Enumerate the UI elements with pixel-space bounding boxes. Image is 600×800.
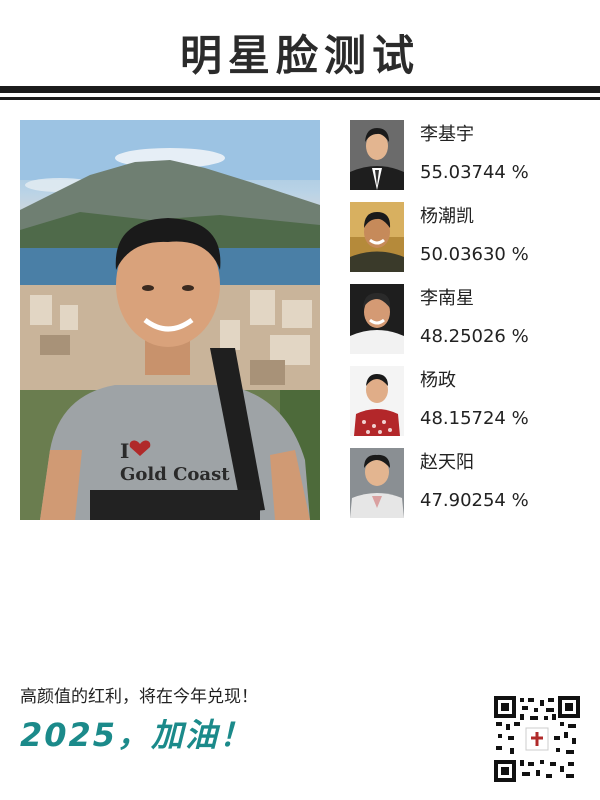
match-item: 李南星 48.25026 %	[350, 284, 580, 366]
footer-tagline: 高颜值的红利，将在今年兑现！	[20, 687, 258, 707]
similarity-score: 50.03630 %	[420, 244, 529, 265]
similarity-score: 48.25026 %	[420, 326, 529, 347]
qr-code-icon[interactable]	[494, 696, 580, 782]
celebrity-name: 李南星	[420, 288, 474, 309]
celebrity-portrait-icon	[350, 120, 404, 190]
celebrity-portrait-icon	[350, 202, 404, 272]
match-list: 李基宇 55.03744 % 杨潮凯 50.03630 % 李南星 48.250…	[350, 120, 580, 530]
celebrity-portrait-icon	[350, 366, 404, 436]
svg-text:Gold Coast: Gold Coast	[120, 464, 230, 485]
header: 明星脸测试	[0, 0, 600, 110]
footer-slogan: 2025，加油！	[20, 716, 254, 754]
svg-text:I: I	[120, 439, 129, 463]
celebrity-name: 杨政	[420, 370, 456, 391]
celebrity-name: 赵天阳	[420, 452, 474, 473]
similarity-score: 48.15724 %	[420, 408, 529, 429]
title-divider-thick	[0, 86, 600, 93]
similarity-score: 55.03744 %	[420, 162, 529, 183]
celebrity-name: 李基宇	[420, 124, 474, 145]
celebrity-portrait-icon	[350, 284, 404, 354]
match-item: 李基宇 55.03744 %	[350, 120, 580, 202]
portrait-illustration: I Gold Coast	[20, 120, 320, 520]
title-divider-thin	[0, 97, 600, 100]
match-item: 杨政 48.15724 %	[350, 366, 580, 448]
match-item: 杨潮凯 50.03630 %	[350, 202, 580, 284]
celebrity-name: 杨潮凯	[420, 206, 474, 227]
match-item: 赵天阳 47.90254 %	[350, 448, 580, 530]
page-title: 明星脸测试	[179, 31, 420, 80]
celebrity-portrait-icon	[350, 448, 404, 518]
similarity-score: 47.90254 %	[420, 490, 529, 511]
uploaded-photo: I Gold Coast	[20, 120, 320, 520]
